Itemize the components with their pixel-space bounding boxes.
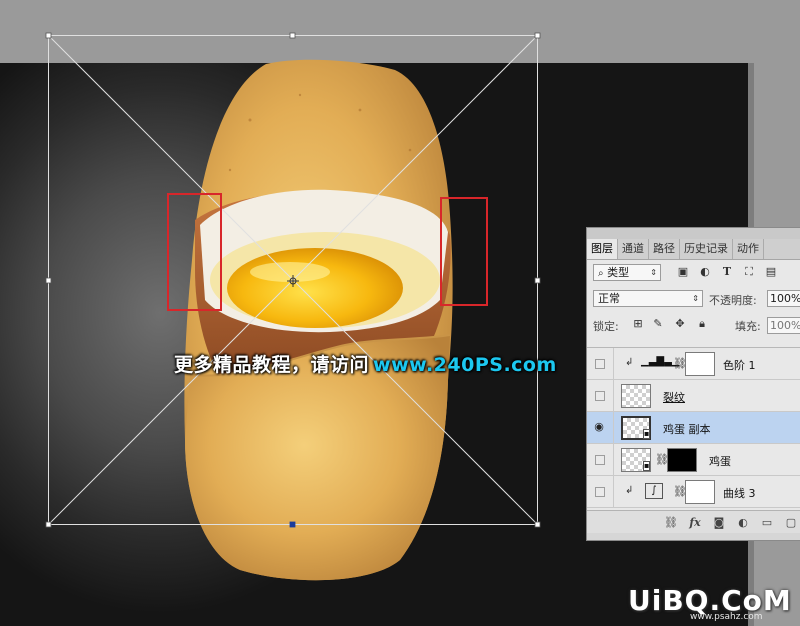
- divider: [613, 476, 614, 508]
- lock-row: 锁定: ⊞ ✎ ✥ 🔒︎ 填充: 100%: [587, 317, 800, 337]
- smart-object-filter-icon[interactable]: ▤: [763, 264, 779, 280]
- fill-label: 填充:: [735, 320, 761, 333]
- blend-mode-select[interactable]: 正常 ⇕: [593, 290, 703, 307]
- tab-layers[interactable]: 图层: [587, 239, 618, 259]
- lock-image-pixels-icon[interactable]: ✎: [651, 317, 665, 331]
- handle-middle-right[interactable]: [534, 277, 541, 284]
- layer-thumbnail[interactable]: [621, 384, 651, 408]
- handle-top-right[interactable]: [534, 32, 541, 39]
- divider: [613, 412, 614, 444]
- layer-mask-thumbnail[interactable]: [685, 352, 715, 376]
- image-filter-icon[interactable]: ▣: [675, 264, 691, 280]
- divider: [613, 380, 614, 412]
- tab-channels[interactable]: 通道: [618, 239, 649, 259]
- handle-middle-left[interactable]: [45, 277, 52, 284]
- tab-paths[interactable]: 路径: [649, 239, 680, 259]
- shape-filter-icon[interactable]: ⛶: [741, 264, 757, 280]
- opacity-label: 不透明度:: [709, 294, 757, 307]
- layer-row-egg[interactable]: ▪ ⛓ 鸡蛋: [587, 444, 800, 476]
- clipping-arrow-icon: ↲: [625, 485, 634, 496]
- yolk-highlight: [250, 262, 330, 282]
- visibility-toggle[interactable]: [595, 391, 605, 401]
- watermark-text: 更多精品教程，请访问: [174, 354, 370, 376]
- layer-mask-thumbnail[interactable]: [685, 480, 715, 504]
- smart-object-badge-icon: ▪: [643, 429, 651, 439]
- layer-row-levels-1[interactable]: ↲ ▁▃▇▃▁ ⛓ 色阶 1: [587, 348, 800, 380]
- layer-row-curves-3[interactable]: ↲ ∫ ⛓ 曲线 3: [587, 476, 800, 508]
- divider: [613, 348, 614, 380]
- tab-history[interactable]: 历史记录: [680, 239, 733, 259]
- layer-row-cracks[interactable]: 裂纹: [587, 380, 800, 412]
- fill-input[interactable]: 100%: [767, 317, 800, 334]
- adjustment-filter-icon[interactable]: ◐: [697, 264, 713, 280]
- layer-filter-row: ⌕ 类型 ⇕ ▣ ◐ T ⛶ ▤: [587, 260, 800, 284]
- tab-actions[interactable]: 动作: [733, 239, 764, 259]
- search-icon: ⌕: [598, 267, 604, 279]
- layer-list: ↲ ▁▃▇▃▁ ⛓ 色阶 1 裂纹 ◉ ▪ 鸡蛋 副本 ▪ ⛓ 鸡蛋 ↲ ∫ ⛓…: [587, 347, 800, 510]
- smart-object-badge-icon: ▪: [643, 461, 651, 471]
- layer-name[interactable]: 曲线 3: [723, 485, 756, 501]
- watermark: 更多精品教程，请访问 www.240PS.com: [174, 350, 557, 377]
- layer-name[interactable]: 裂纹: [663, 389, 685, 405]
- layer-row-egg-copy[interactable]: ◉ ▪ 鸡蛋 副本: [587, 412, 800, 444]
- panel-resize-bar[interactable]: [586, 533, 800, 541]
- new-layer-icon[interactable]: ▢: [781, 515, 800, 531]
- filter-kind-label: 类型: [607, 265, 630, 279]
- visibility-toggle[interactable]: [595, 455, 605, 465]
- lock-all-icon[interactable]: 🔒︎: [695, 317, 709, 331]
- visibility-toggle[interactable]: [595, 487, 605, 497]
- curves-adjustment-icon: ∫: [645, 483, 663, 499]
- blend-row: 正常 ⇕ 不透明度: 100%: [587, 288, 800, 310]
- blend-mode-value: 正常: [598, 292, 620, 305]
- add-mask-icon[interactable]: ◙: [709, 515, 729, 531]
- clipping-arrow-icon: ↲: [625, 357, 634, 368]
- fx-icon[interactable]: fx: [685, 515, 705, 531]
- visibility-toggle[interactable]: [595, 359, 605, 369]
- divider: [613, 444, 614, 476]
- layer-name[interactable]: 鸡蛋 副本: [663, 421, 711, 437]
- link-layers-icon[interactable]: ⛓: [661, 515, 681, 531]
- lock-position-icon[interactable]: ✥: [673, 317, 687, 331]
- handle-bottom-center[interactable]: [289, 521, 296, 528]
- new-group-icon[interactable]: ▭: [757, 515, 777, 531]
- layers-panel-footer: ⛓ fx ◙ ◐ ▭ ▢: [587, 510, 800, 534]
- panel-tab-bar: 图层 通道 路径 历史记录 动作: [587, 239, 800, 260]
- layers-panel: 图层 通道 路径 历史记录 动作 ⌕ 类型 ⇕ ▣ ◐ T ⛶ ▤ 正常 ⇕ 不…: [586, 227, 800, 534]
- handle-bottom-right[interactable]: [534, 521, 541, 528]
- layer-name[interactable]: 色阶 1: [723, 357, 756, 373]
- eye-icon[interactable]: ◉: [592, 420, 606, 434]
- handle-top-center[interactable]: [289, 32, 296, 39]
- opacity-input[interactable]: 100%: [767, 290, 800, 307]
- fill-value: 100%: [770, 319, 800, 332]
- opacity-value: 100%: [770, 292, 800, 305]
- layer-mask-thumbnail[interactable]: [667, 448, 697, 472]
- egg-yolk: [227, 248, 403, 328]
- lock-transparent-pixels-icon[interactable]: ⊞: [631, 317, 645, 331]
- new-adjustment-icon[interactable]: ◐: [733, 515, 753, 531]
- filter-kind-select[interactable]: ⌕ 类型 ⇕: [593, 263, 661, 281]
- stepper-icon: ⇕: [650, 267, 657, 277]
- handle-top-left[interactable]: [45, 32, 52, 39]
- layer-name[interactable]: 鸡蛋: [709, 453, 731, 469]
- stepper-icon: ⇕: [692, 294, 699, 303]
- handle-bottom-left[interactable]: [45, 521, 52, 528]
- type-filter-icon[interactable]: T: [719, 264, 735, 280]
- watermark-url: www.240PS.com: [373, 354, 557, 376]
- site-logo-subtext: www.psahz.com: [690, 612, 763, 622]
- lock-label: 锁定:: [593, 320, 619, 333]
